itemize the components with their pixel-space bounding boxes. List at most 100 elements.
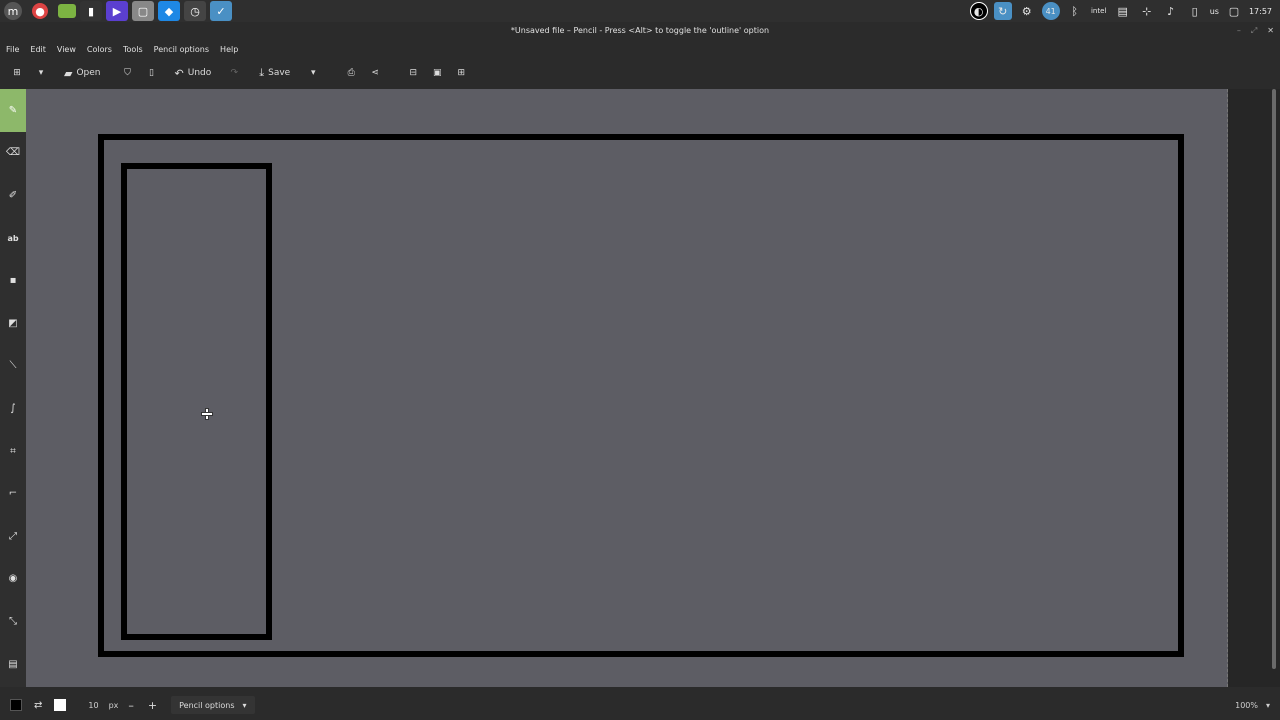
obs-icon[interactable]: ◐ <box>969 2 988 20</box>
sync-icon[interactable]: ↻ <box>993 2 1012 20</box>
redo-button[interactable]: ↷ <box>225 63 243 83</box>
filters-tool[interactable]: ◉ <box>0 558 26 601</box>
tool-size-unit: px <box>108 700 119 710</box>
brush-tool[interactable]: ✐ <box>0 174 26 217</box>
menu-file[interactable]: File <box>6 45 19 54</box>
rectangle-tool[interactable]: ▪ <box>0 259 26 302</box>
app-window-icon[interactable]: ▢ <box>132 1 154 21</box>
shape-tool[interactable]: ◩ <box>0 302 26 345</box>
intel-icon[interactable]: intel <box>1090 2 1108 20</box>
download-icon: ⤓ <box>259 66 265 79</box>
secondary-color-swatch[interactable] <box>54 699 67 711</box>
undo-button[interactable]: ↶ Undo <box>175 63 212 83</box>
clipboard-button[interactable]: ▯ <box>143 63 161 83</box>
chevron-down-icon: ▾ <box>1265 700 1270 710</box>
window-title: *Unsaved file – Pencil - Press <Alt> to … <box>510 26 770 35</box>
zoom-reset-icon: ▣ <box>432 68 442 78</box>
pencil-icon: ✎ <box>8 104 18 116</box>
menu-colors[interactable]: Colors <box>87 45 112 54</box>
new-dropdown-button[interactable]: ▾ <box>32 63 50 83</box>
size-decrease-button[interactable]: – <box>128 699 134 712</box>
drawing-canvas[interactable] <box>26 89 1228 687</box>
chevron-down-icon: ▾ <box>242 700 247 710</box>
notification-icon[interactable]: ▢ <box>1225 2 1243 20</box>
filters-icon: ◉ <box>8 573 18 585</box>
chevron-down-icon: ▾ <box>38 68 44 78</box>
tool-size-value[interactable]: 10 <box>88 701 98 710</box>
selection-tool[interactable]: ⌗ <box>0 430 26 473</box>
taskbar-panel: m ● ▮ ▶ ▢ ◆ ◷ ✓ ◐ ↻ ⚙ 41 ᛒ intel ▤ ⊹ ♪ ▯… <box>0 0 1280 22</box>
line-tool[interactable]: ⟍ <box>0 345 26 388</box>
scale-tool[interactable]: ⤢ <box>0 515 26 558</box>
print-button[interactable]: ⎙ <box>342 63 360 83</box>
menu-pencil-options[interactable]: Pencil options <box>154 45 209 54</box>
pencil-app-icon[interactable]: ✓ <box>210 1 232 21</box>
maximize-icon[interactable]: ⤢ <box>1251 22 1257 40</box>
curve-icon: ∫ <box>10 402 16 414</box>
zoom-out-button[interactable]: ⊟ <box>404 63 422 83</box>
zoom-in-button[interactable]: ⊞ <box>452 63 470 83</box>
battery-icon[interactable]: ▯ <box>1186 2 1204 20</box>
terminal-icon[interactable]: ▮ <box>80 1 102 21</box>
updates-badge[interactable]: 41 <box>1041 2 1060 20</box>
network-icon[interactable]: ⊹ <box>1138 2 1156 20</box>
curve-tool[interactable]: ∫ <box>0 387 26 430</box>
pencil-options-label: Pencil options <box>179 700 235 710</box>
zoom-out-icon: ⊟ <box>409 68 417 78</box>
redo-icon: ↷ <box>230 68 239 78</box>
close-icon[interactable]: ✕ <box>1267 22 1274 40</box>
keyboard-layout[interactable]: us <box>1210 2 1219 20</box>
save-button[interactable]: ⤓ Save <box>259 63 290 83</box>
share-button[interactable]: ⋖ <box>366 63 384 83</box>
vscode-icon[interactable]: ◆ <box>158 1 180 21</box>
text-tool[interactable]: ab <box>0 217 26 260</box>
crop-tool[interactable]: ⌐ <box>0 472 26 515</box>
canvas-tool[interactable]: ▤ <box>0 643 26 686</box>
crosshair-cursor-icon <box>202 409 212 419</box>
clock-text[interactable]: 17:57 <box>1249 2 1272 20</box>
skew-tool[interactable]: ⤡ <box>0 600 26 643</box>
share-icon: ⋖ <box>371 68 379 78</box>
files-icon[interactable] <box>58 4 76 18</box>
text-icon: ab <box>7 233 19 243</box>
open-button[interactable]: ▰ Open <box>64 63 101 83</box>
clock-app-icon[interactable]: ◷ <box>184 1 206 21</box>
chrome-icon[interactable]: ● <box>32 3 48 19</box>
rectangle-icon: ▪ <box>9 275 17 287</box>
bluetooth-icon[interactable]: ᛒ <box>1066 2 1084 20</box>
menu-view[interactable]: View <box>57 45 76 54</box>
vertical-scrollbar[interactable] <box>1272 89 1276 669</box>
steam-icon[interactable]: ⚙ <box>1018 2 1036 20</box>
menu-tools[interactable]: Tools <box>123 45 143 54</box>
new-image-button[interactable]: ⊞ <box>8 63 26 83</box>
line-icon: ⟍ <box>9 360 17 372</box>
clipboard-icon[interactable]: ▤ <box>1114 2 1132 20</box>
paste-button[interactable]: ⛉ <box>119 63 137 83</box>
pencil-options-dropdown[interactable]: Pencil options ▾ <box>171 696 255 714</box>
menu-edit[interactable]: Edit <box>30 45 46 54</box>
menu-help[interactable]: Help <box>220 45 238 54</box>
zoom-selector[interactable]: 100% ▾ <box>1235 690 1270 720</box>
chevron-down-icon: ▾ <box>310 68 316 78</box>
shape-icon: ◩ <box>8 317 18 329</box>
audio-icon[interactable]: ♪ <box>1162 2 1180 20</box>
canvas-icon: ▤ <box>8 658 18 670</box>
print-icon: ⎙ <box>347 68 355 78</box>
minimize-icon[interactable]: – <box>1237 22 1241 40</box>
size-increase-button[interactable]: + <box>148 699 157 712</box>
window-titlebar[interactable]: *Unsaved file – Pencil - Press <Alt> to … <box>0 22 1280 40</box>
save-label: Save <box>268 68 291 78</box>
media-player-icon[interactable]: ▶ <box>106 1 128 21</box>
swap-colors-button[interactable]: ⇄ <box>34 700 42 711</box>
save-dropdown-button[interactable]: ▾ <box>304 63 322 83</box>
new-image-icon: ⊞ <box>13 68 21 78</box>
paste-icon: ⛉ <box>124 68 131 78</box>
mint-menu-icon[interactable]: m <box>4 2 22 20</box>
brush-icon: ✐ <box>8 189 18 201</box>
zoom-reset-button[interactable]: ▣ <box>428 63 446 83</box>
drawn-inner-rectangle <box>121 163 272 640</box>
primary-color-swatch[interactable] <box>10 699 22 711</box>
eraser-tool[interactable]: ⌫ <box>0 132 26 175</box>
pencil-tool[interactable]: ✎ <box>0 89 26 132</box>
skew-icon: ⤡ <box>9 615 17 627</box>
